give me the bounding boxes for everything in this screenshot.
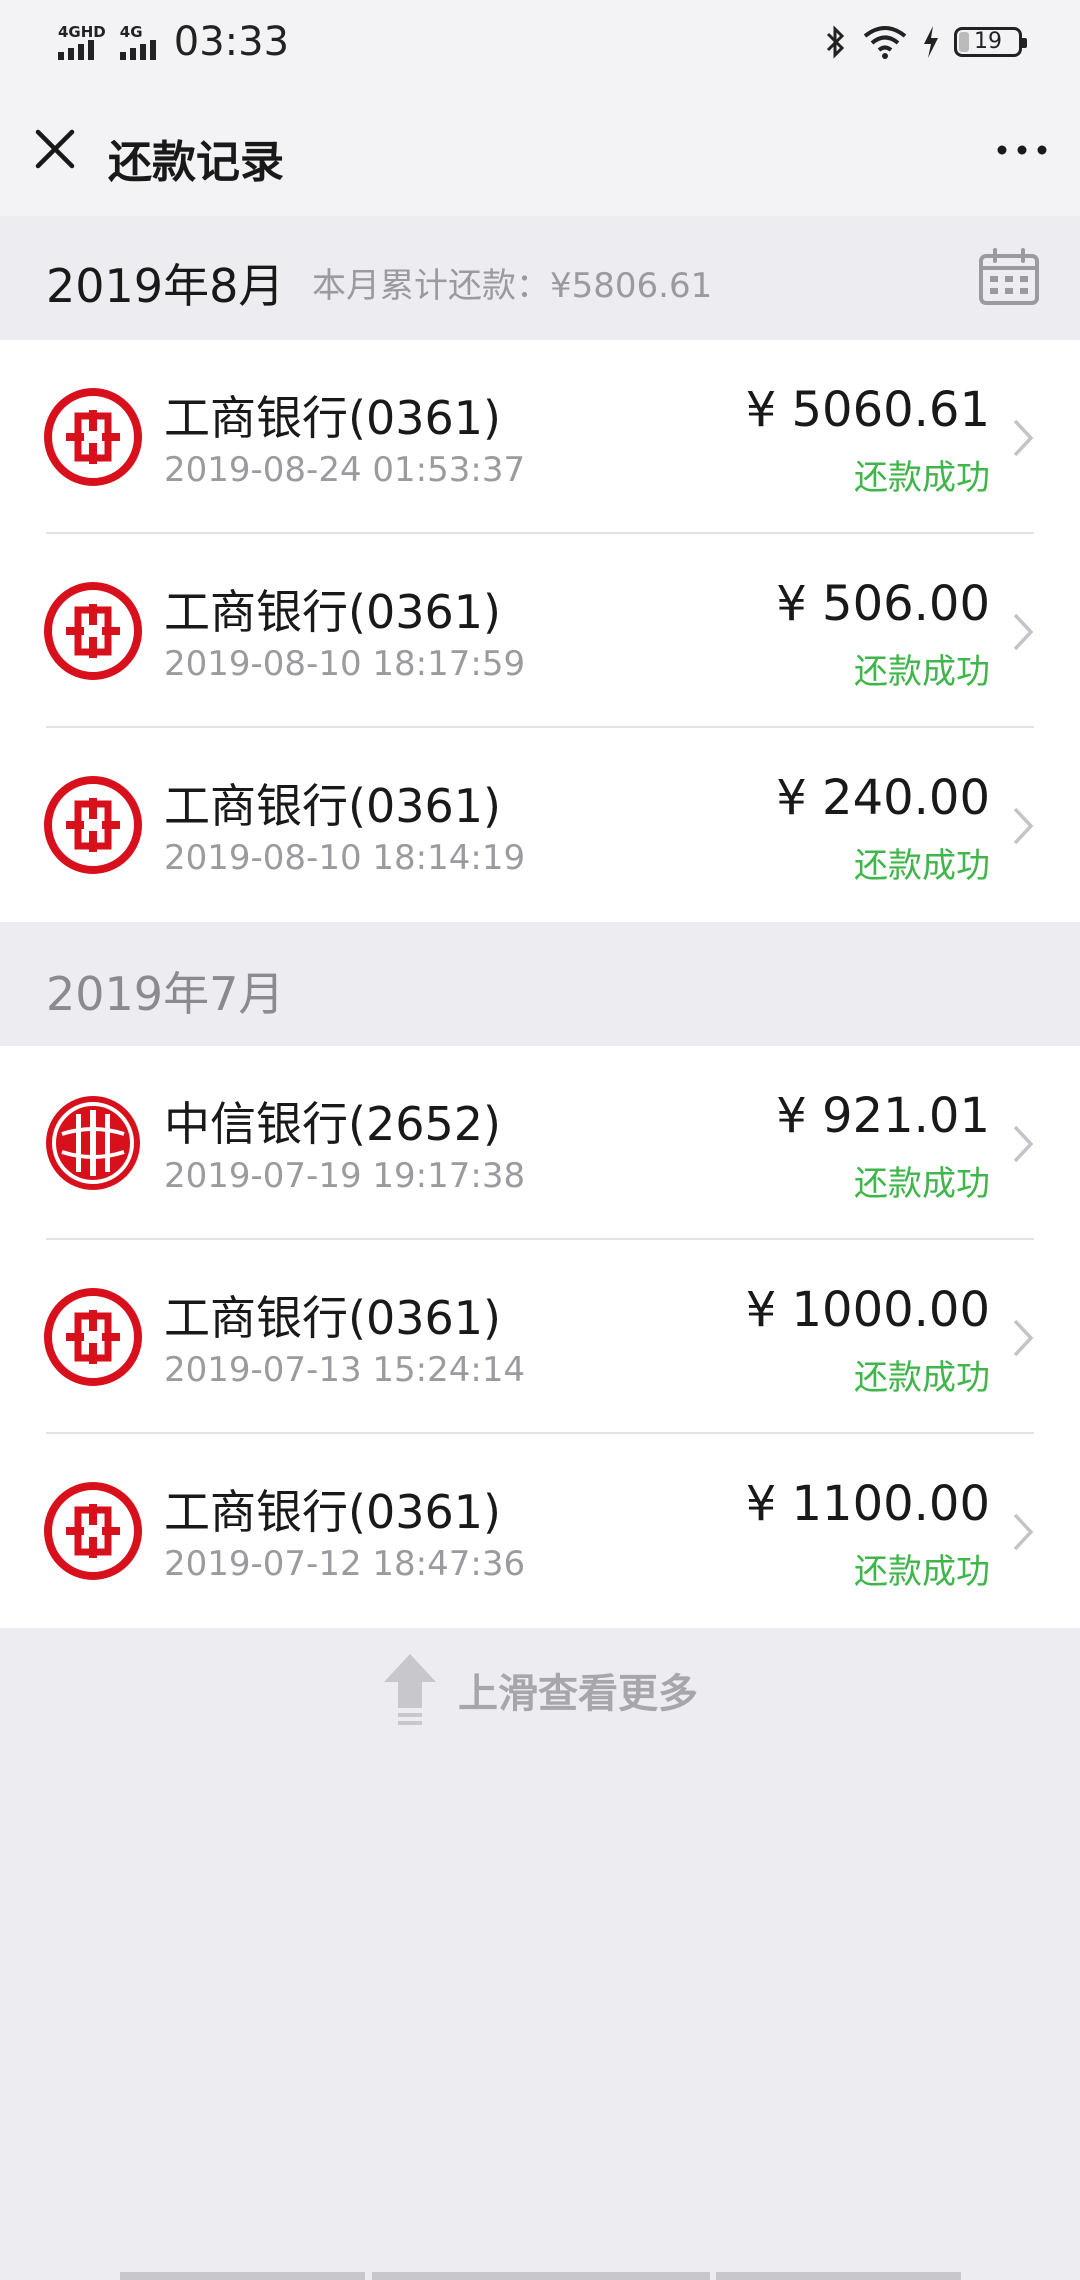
record-status: 还款成功: [854, 1164, 990, 1204]
bank-name: 工商银行(0361): [164, 1485, 501, 1539]
nav-indicator: [372, 2272, 710, 2280]
record-row[interactable]: 中信银行(2652) 2019-07-19 19:17:38 ¥ 921.01 …: [0, 1046, 1080, 1240]
record-row[interactable]: 工商银行(0361) 2019-07-12 18:47:36 ¥ 1100.00…: [0, 1434, 1080, 1628]
signal-bars-icon: [58, 40, 94, 60]
icbc-logo-icon: [44, 776, 142, 874]
bank-name: 工商银行(0361): [164, 585, 501, 639]
battery-icon: 19: [954, 27, 1027, 57]
bank-name: 工商银行(0361): [164, 1291, 501, 1345]
record-time: 2019-07-19 19:17:38: [164, 1156, 526, 1196]
status-right: 19: [824, 24, 1027, 60]
wifi-icon: [863, 26, 907, 59]
load-more-text: 上滑查看更多: [458, 1671, 698, 1717]
network-type-2: 4G: [119, 23, 143, 41]
record-time: 2019-08-10 18:14:19: [164, 838, 526, 878]
network-type-1: 4GHD: [58, 23, 106, 41]
icbc-logo-icon: [44, 582, 142, 680]
bank-name: 中信银行(2652): [164, 1097, 501, 1151]
bluetooth-icon: [826, 25, 845, 59]
record-time: 2019-08-10 18:17:59: [164, 644, 526, 684]
chevron-right-icon: [1013, 1513, 1034, 1551]
signal-2: 4G: [119, 23, 156, 60]
citic-logo-icon: [46, 1096, 140, 1190]
nav-indicator: [716, 2272, 961, 2280]
record-list-jul: 中信银行(2652) 2019-07-19 19:17:38 ¥ 921.01 …: [0, 1046, 1080, 1628]
chevron-right-icon: [1013, 1125, 1034, 1163]
chevron-right-icon: [1013, 807, 1034, 845]
icbc-logo-icon: [44, 388, 142, 486]
nav-bar: 还款记录: [0, 84, 1080, 216]
record-row[interactable]: 工商银行(0361) 2019-08-10 18:14:19 ¥ 240.00 …: [0, 728, 1080, 922]
month-summary: 本月累计还款：¥5806.61: [312, 266, 713, 306]
record-amount: ¥ 240.00: [776, 770, 990, 826]
record-list-aug: 工商银行(0361) 2019-08-24 01:53:37 ¥ 5060.61…: [0, 340, 1080, 922]
record-amount: ¥ 1000.00: [745, 1282, 990, 1338]
record-status: 还款成功: [854, 1552, 990, 1592]
record-row[interactable]: 工商银行(0361) 2019-08-24 01:53:37 ¥ 5060.61…: [0, 340, 1080, 534]
record-amount: ¥ 506.00: [776, 576, 990, 632]
record-status: 还款成功: [854, 1358, 990, 1398]
record-time: 2019-07-12 18:47:36: [164, 1544, 526, 1584]
record-row[interactable]: 工商银行(0361) 2019-07-13 15:24:14 ¥ 1000.00…: [0, 1240, 1080, 1434]
status-left: 4GHD 4G 03:33: [58, 19, 289, 65]
record-status: 还款成功: [854, 846, 990, 886]
record-status: 还款成功: [854, 652, 990, 692]
chevron-right-icon: [1013, 613, 1034, 651]
record-status: 还款成功: [854, 458, 990, 498]
chevron-right-icon: [1013, 419, 1034, 457]
record-time: 2019-08-24 01:53:37: [164, 450, 526, 490]
page-title: 还款记录: [108, 137, 284, 188]
bank-name: 工商银行(0361): [164, 779, 501, 833]
calendar-icon[interactable]: [978, 248, 1040, 306]
chevron-right-icon: [1013, 1319, 1034, 1357]
close-icon[interactable]: [30, 124, 80, 174]
icbc-logo-icon: [44, 1482, 142, 1580]
status-bar: 4GHD 4G 03:33 19: [0, 0, 1080, 84]
record-amount: ¥ 1100.00: [745, 1476, 990, 1532]
battery-level: 19: [974, 29, 1002, 54]
nav-indicator: [120, 2272, 365, 2280]
clock: 03:33: [173, 19, 290, 65]
signal-1: 4GHD: [58, 24, 106, 60]
month-header-aug: 2019年8月 本月累计还款：¥5806.61: [0, 216, 1080, 340]
arrow-up-icon: [384, 1654, 436, 1725]
charging-icon: [924, 26, 938, 58]
load-more-hint[interactable]: 上滑查看更多: [0, 1640, 1080, 1740]
record-time: 2019-07-13 15:24:14: [164, 1350, 526, 1390]
icbc-logo-icon: [44, 1288, 142, 1386]
month-title: 2019年8月: [46, 259, 285, 313]
signal-bars-icon: [119, 40, 156, 60]
more-icon[interactable]: [992, 130, 1052, 170]
month-header-jul: 2019年7月: [0, 922, 1080, 1046]
bank-name: 工商银行(0361): [164, 391, 501, 445]
record-amount: ¥ 921.01: [776, 1088, 990, 1144]
record-row[interactable]: 工商银行(0361) 2019-08-10 18:17:59 ¥ 506.00 …: [0, 534, 1080, 728]
month-title: 2019年7月: [46, 967, 285, 1021]
record-amount: ¥ 5060.61: [745, 382, 990, 438]
